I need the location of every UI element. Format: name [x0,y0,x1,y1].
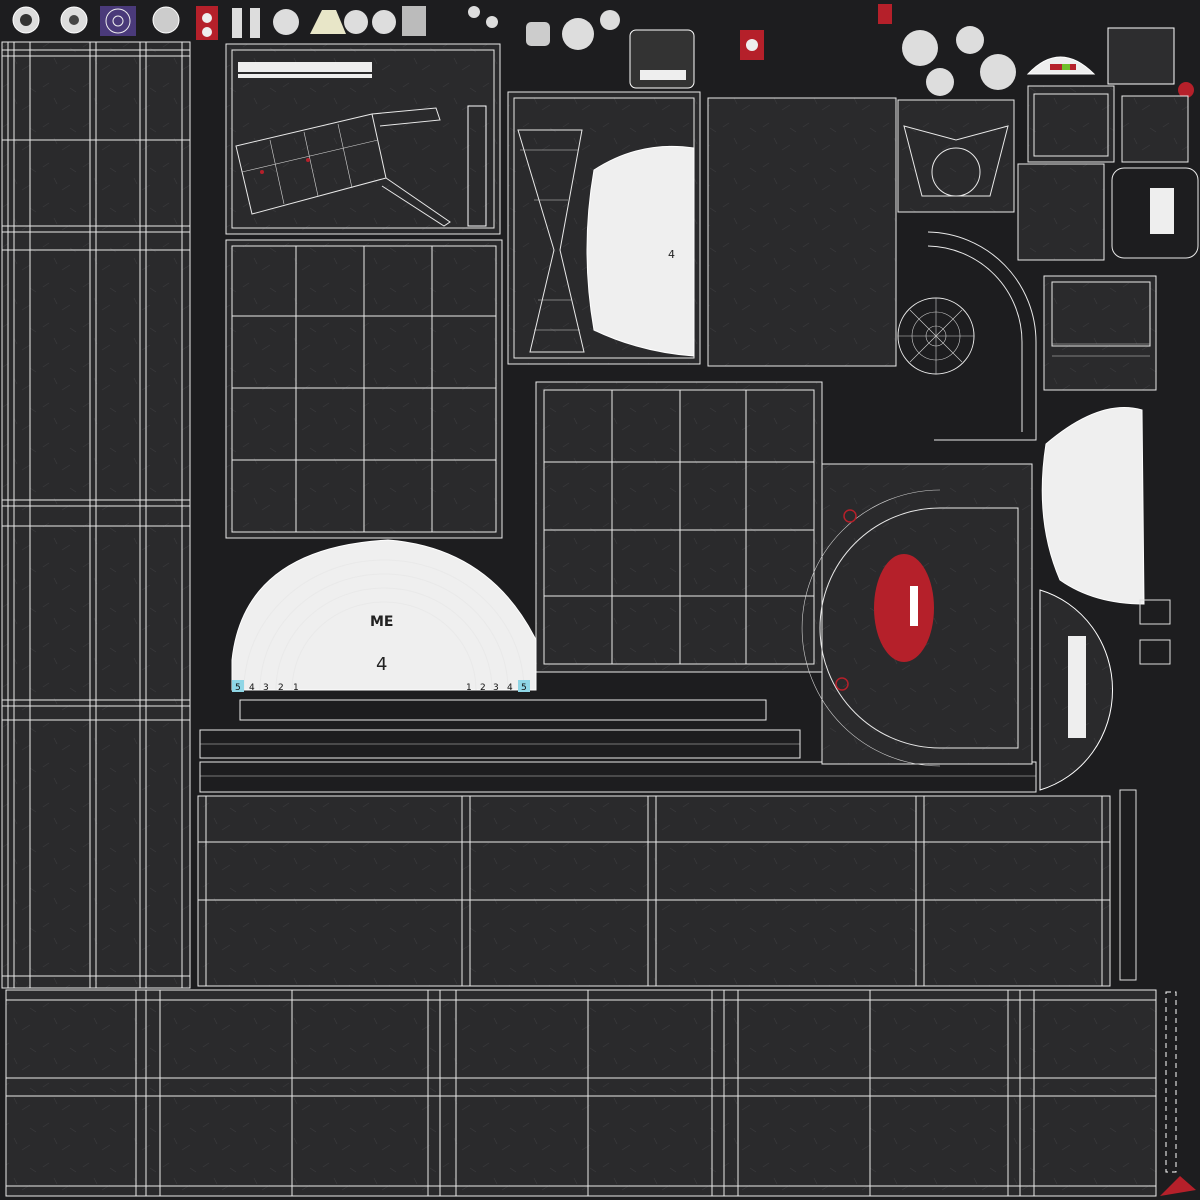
dark-panel-top [707,97,897,367]
digit: 5 [521,683,527,693]
bottom-middle-panel [197,795,1111,987]
digit: 4 [507,683,513,693]
digit: 2 [480,683,486,693]
left-tall-panel [1,41,191,989]
stadium-panel [801,463,1033,767]
hourglass-panel: 4 [507,91,701,365]
red-ellipse [874,554,934,662]
lens-letter: 4 [668,248,675,261]
arch-letter: 4 [376,654,387,675]
digit: 3 [263,683,269,693]
digit: 1 [466,683,472,693]
arch-me-mark: ME [370,614,394,630]
center-grid-panel [535,381,823,673]
digit: 1 [293,683,299,693]
digit: 3 [493,683,499,693]
uv-texture-map: 4 ME 4 5 4 3 2 1 1 2 3 4 5 [0,0,1200,1200]
digit: 2 [278,683,284,693]
digit: 4 [249,683,255,693]
bottom-wide-panel [5,989,1157,1197]
chair-panel [225,43,501,235]
digit: 5 [235,683,241,693]
square-panel-left [225,239,503,539]
